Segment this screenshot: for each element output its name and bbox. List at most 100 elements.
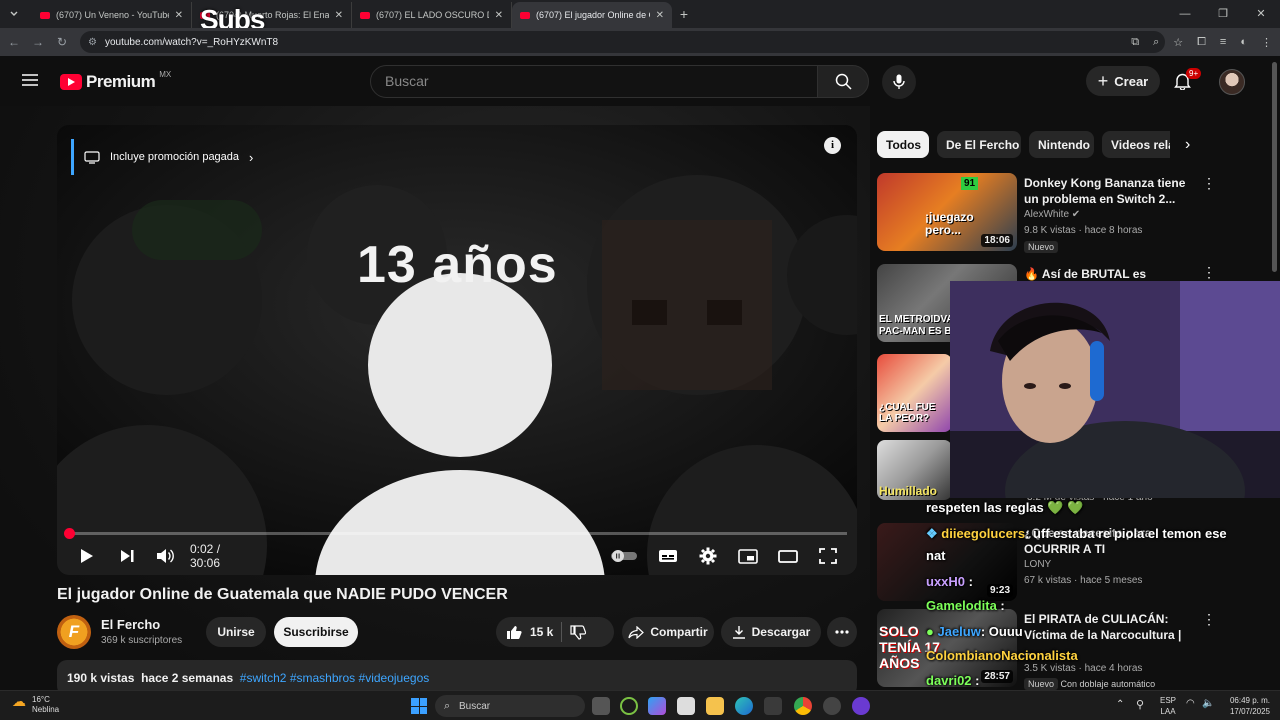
- user-avatar[interactable]: [1219, 69, 1245, 95]
- share-button[interactable]: Compartir: [622, 617, 714, 647]
- edge-icon[interactable]: [735, 697, 753, 715]
- chip-nintendo[interactable]: Nintendo: [1029, 131, 1094, 158]
- channel-avatar[interactable]: F: [57, 615, 91, 649]
- video-player[interactable]: 13 años Incluye promoción pagada › i 0:0…: [57, 125, 857, 575]
- store-icon[interactable]: [677, 697, 695, 715]
- search-button[interactable]: [817, 65, 869, 98]
- chat-message: respeten las reglas 💚 💚: [926, 500, 1084, 515]
- share-label: Compartir: [650, 625, 708, 639]
- progress-bar[interactable]: [63, 528, 847, 539]
- close-tab-icon[interactable]: ✕: [335, 10, 343, 21]
- weather-icon: ☁: [12, 693, 26, 709]
- play-button[interactable]: [77, 541, 97, 571]
- forward-icon[interactable]: →: [26, 35, 50, 49]
- volume-icon[interactable]: 🔈: [1202, 698, 1214, 709]
- dislike-button[interactable]: [570, 624, 587, 640]
- subscriber-count: 369 k suscriptores: [101, 635, 183, 646]
- channel-name[interactable]: El Fercho: [101, 617, 160, 632]
- page-scrollbar[interactable]: [1272, 62, 1277, 272]
- reading-list-icon[interactable]: ≡: [1220, 36, 1226, 48]
- browser-tab-active[interactable]: (6707) El jugador Online de Gua ✕: [512, 2, 672, 28]
- miniplayer-button[interactable]: [737, 541, 759, 571]
- menu-icon[interactable]: ⋮: [1261, 36, 1272, 49]
- new-tab-button[interactable]: +: [672, 6, 696, 22]
- search-input[interactable]: Buscar: [370, 65, 818, 98]
- more-vertical-icon[interactable]: ⋮: [1202, 611, 1216, 628]
- gear-icon: [699, 547, 717, 565]
- theater-mode-button[interactable]: [777, 541, 799, 571]
- url-field[interactable]: ⚙ youtube.com/watch?v=_RoHYzKWnT8: [80, 31, 1165, 53]
- chat-username: Jaeluw: [937, 624, 981, 639]
- chat-username: uxxH0: [926, 574, 966, 589]
- settings-button[interactable]: [697, 541, 719, 571]
- next-button[interactable]: [117, 541, 137, 571]
- related-video[interactable]: 91 ¡juegazo pero... 18:06 Donkey Kong Ba…: [877, 173, 1272, 253]
- minimize-icon[interactable]: —: [1166, 0, 1204, 28]
- taskbar-search[interactable]: ⌕ Buscar: [435, 695, 585, 717]
- app-icon[interactable]: [764, 697, 782, 715]
- clock[interactable]: 06:49 p. m. 17/07/2025: [1230, 695, 1270, 717]
- youtube-favicon-icon: [40, 11, 50, 19]
- windows-start-icon[interactable]: [411, 698, 427, 714]
- chip-todos[interactable]: Todos: [877, 131, 929, 158]
- chat-username: Gamelodita: [926, 598, 997, 613]
- more-vertical-icon[interactable]: ⋮: [1202, 264, 1216, 281]
- task-view-icon[interactable]: [592, 697, 610, 715]
- extensions-icon[interactable]: ⧠: [1197, 36, 1206, 49]
- browser-tab[interactable]: (6707) Un Veneno - YouTube ✕: [32, 2, 192, 28]
- subtitles-button[interactable]: [657, 541, 679, 571]
- more-vertical-icon[interactable]: ⋮: [1202, 175, 1216, 192]
- xbox-icon[interactable]: [620, 697, 638, 715]
- tray-overflow-icon[interactable]: ⌃: [1116, 699, 1124, 710]
- browser-tab[interactable]: (6707) EL LADO OSCURO DEL ✕: [352, 2, 512, 28]
- star-icon[interactable]: ☆: [1173, 36, 1183, 49]
- video-thumbnail[interactable]: Humillado: [877, 440, 952, 500]
- language-indicator[interactable]: ESP LAA: [1160, 695, 1176, 717]
- create-button[interactable]: + Crear: [1086, 66, 1160, 96]
- chip-videos-relacionados[interactable]: Videos rela: [1102, 131, 1170, 158]
- profile-icon[interactable]: ◐: [1240, 36, 1247, 48]
- hamburger-menu-icon[interactable]: [22, 74, 38, 86]
- more-actions-button[interactable]: [827, 617, 857, 647]
- copilot-icon[interactable]: [648, 697, 666, 715]
- subscribe-button[interactable]: Suscribirse: [274, 617, 358, 647]
- close-tab-icon[interactable]: ✕: [656, 10, 664, 21]
- back-icon[interactable]: ←: [2, 35, 26, 49]
- chat-message: ColombianoNacionalista: [926, 648, 1078, 663]
- video-thumbnail[interactable]: ¿CUAL FUE LA PEOR?: [877, 354, 952, 432]
- restore-icon[interactable]: ❐: [1204, 0, 1242, 28]
- chat-message: ● Jaeluw: Ouuu: [926, 624, 1023, 639]
- hashtags[interactable]: #switch2 #smashbros #videojuegos: [240, 671, 429, 685]
- autoplay-toggle[interactable]: [609, 541, 639, 571]
- youtube-premium-logo[interactable]: Premium MX: [60, 70, 171, 92]
- install-icon[interactable]: ⧉: [1131, 36, 1139, 49]
- progress-scrubber[interactable]: [63, 528, 75, 539]
- video-thumbnail[interactable]: 91 ¡juegazo pero... 18:06: [877, 173, 1017, 251]
- app-icon[interactable]: [852, 697, 870, 715]
- weather-widget[interactable]: ☁ 16°C Neblina: [12, 693, 59, 715]
- like-button[interactable]: 15 k: [506, 625, 553, 640]
- play-icon: [81, 549, 93, 563]
- download-button[interactable]: Descargar: [721, 617, 821, 647]
- fullscreen-button[interactable]: [817, 541, 839, 571]
- close-tab-icon[interactable]: ✕: [175, 10, 183, 21]
- mute-button[interactable]: [155, 541, 175, 571]
- chevron-right-icon[interactable]: ›: [1185, 136, 1190, 154]
- related-video-meta: 3.5 K vistas · hace 4 horas: [1024, 663, 1143, 674]
- file-explorer-icon[interactable]: [706, 697, 724, 715]
- site-info-icon[interactable]: ⚙: [88, 37, 97, 48]
- wifi-icon[interactable]: ◠: [1186, 698, 1195, 709]
- voice-search-button[interactable]: [882, 65, 916, 99]
- join-button[interactable]: Unirse: [206, 617, 266, 647]
- paid-promotion-notice[interactable]: Incluye promoción pagada ›: [71, 139, 253, 175]
- reload-icon[interactable]: ↻: [50, 35, 74, 49]
- zoom-icon[interactable]: ⌕: [1153, 36, 1159, 49]
- close-tab-icon[interactable]: ✕: [495, 10, 503, 21]
- obs-icon[interactable]: [823, 697, 841, 715]
- info-icon[interactable]: i: [824, 137, 841, 154]
- tab-search-button[interactable]: [4, 4, 24, 24]
- close-window-icon[interactable]: ✕: [1242, 0, 1280, 28]
- chip-de-el-fercho[interactable]: De El Fercho: [937, 131, 1021, 158]
- chrome-icon[interactable]: [794, 697, 812, 715]
- thumbnail-text: ¿CUAL FUE LA PEOR?: [879, 402, 936, 424]
